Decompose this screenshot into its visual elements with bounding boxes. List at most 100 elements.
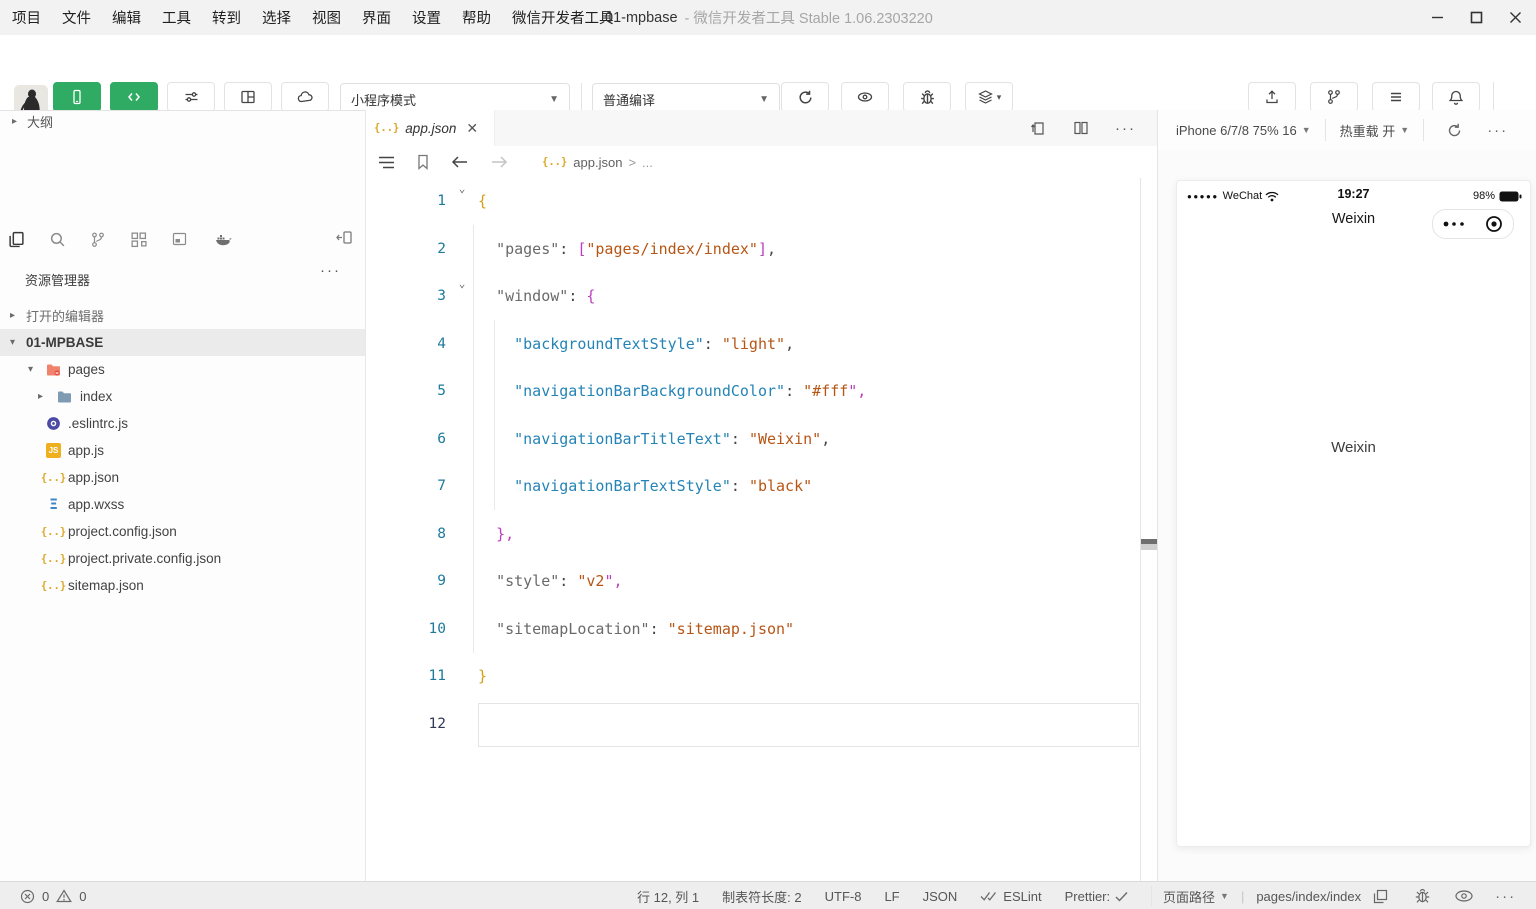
capsule-more-icon[interactable] (1443, 221, 1465, 227)
menubar-item[interactable]: 选择 (262, 7, 291, 28)
code-token: : (559, 240, 577, 258)
code-token (478, 335, 514, 353)
winpane-icon[interactable] (171, 231, 188, 247)
wechat-devtools-window: 项目文件编辑工具转到选择视图界面设置帮助微信开发者工具 01-mpbase - … (0, 0, 1536, 909)
page-path-select[interactable]: 页面路径 ▼ (1163, 887, 1229, 906)
code-area[interactable]: 1⌄{2 "pages": ["pages/index/index"],3⌄ "… (366, 178, 1158, 881)
code-line-8: 8 }, (366, 511, 1158, 559)
tab-app-json[interactable]: {..} app.json ✕ (366, 110, 495, 146)
close-window-icon[interactable] (1509, 11, 1522, 24)
more-actions-icon[interactable]: ··· (1115, 120, 1136, 137)
editor-nav-icons (378, 154, 508, 170)
tree-item-project-config-json[interactable]: {..}project.config.json (0, 518, 365, 545)
tree-item-label: 打开的编辑器 (26, 306, 104, 325)
menubar-item[interactable]: 视图 (312, 7, 341, 28)
language-mode[interactable]: JSON (923, 889, 958, 904)
menubar-item[interactable]: 微信开发者工具 (512, 7, 614, 28)
tab-size[interactable]: 制表符长度: 2 (722, 887, 801, 906)
sim-more-icon[interactable]: ··· (1487, 122, 1508, 139)
refresh-simulator-icon[interactable] (1446, 122, 1463, 139)
docker-icon[interactable] (212, 231, 232, 247)
code-token (478, 382, 514, 400)
chevron-down-icon: ▾ (28, 364, 33, 375)
menubar-item[interactable]: 转到 (212, 7, 241, 28)
menubar-item[interactable]: 设置 (412, 7, 441, 28)
eslint-status[interactable]: ESLint (980, 889, 1041, 904)
prettier-status[interactable]: Prettier: (1065, 889, 1129, 904)
collapse-sidebar-icon[interactable] (336, 229, 353, 246)
search-icon[interactable] (49, 231, 66, 248)
statusbar: 0 0 行 12, 列 1 制表符长度: 2 UTF-8 LF JSON ESL… (0, 881, 1536, 909)
menubar-item[interactable]: 项目 (12, 7, 41, 28)
open-preview-icon[interactable] (1030, 120, 1047, 137)
menubar-item[interactable]: 文件 (62, 7, 91, 28)
problems-group[interactable]: 0 0 (20, 882, 86, 909)
folder-icon (56, 388, 73, 405)
path-more-icon[interactable]: ··· (1495, 888, 1516, 905)
tree-item-index[interactable]: ▸index (0, 383, 365, 410)
tree-item-app-json[interactable]: {..}app.json (0, 464, 365, 491)
code-token: "sitemap.json" (668, 620, 794, 638)
json-icon: {..} (45, 550, 62, 567)
bookmark-icon[interactable] (416, 154, 430, 170)
files-icon[interactable] (8, 230, 25, 248)
statusbar-separator (1151, 886, 1152, 906)
menubar-item[interactable]: 工具 (162, 7, 191, 28)
copy-path-icon[interactable] (1373, 889, 1388, 904)
menubar-item[interactable]: 编辑 (112, 7, 141, 28)
tree-item-label: app.wxss (68, 497, 124, 512)
fold-chevron-icon[interactable]: ⌄ (452, 260, 472, 308)
outline-list-icon[interactable] (378, 155, 395, 170)
menubar-item[interactable]: 帮助 (462, 7, 491, 28)
code-token: "style" (496, 572, 559, 590)
tree-item--eslintrc-js[interactable]: .eslintrc.js (0, 410, 365, 437)
breadcrumb[interactable]: {..} app.json > ... (542, 155, 653, 170)
maximize-icon[interactable] (1470, 11, 1483, 24)
split-editor-icon[interactable] (1073, 120, 1089, 136)
button-icon-box (1432, 82, 1480, 112)
minimize-icon[interactable] (1431, 11, 1444, 24)
code-line-10: 10 "sitemapLocation": "sitemap.json" (366, 606, 1158, 654)
tree-item-project-private-config-json[interactable]: {..}project.private.config.json (0, 545, 365, 572)
preview-page-icon[interactable] (1455, 890, 1473, 902)
breadcrumb-file: app.json (573, 155, 622, 170)
close-tab-icon[interactable]: ✕ (466, 120, 478, 137)
code-token: : (650, 620, 668, 638)
back-arrow-icon[interactable] (451, 155, 469, 169)
tree-item-app-js[interactable]: JSapp.js (0, 437, 365, 464)
eol[interactable]: LF (884, 889, 899, 904)
current-line-highlight (478, 703, 1139, 747)
device-select[interactable]: iPhone 6/7/8 75% 16 ▼ (1176, 123, 1311, 138)
code-token: , (785, 335, 794, 353)
code-token: } (478, 667, 487, 685)
button-icon-box (903, 82, 951, 112)
capsule-button[interactable] (1432, 209, 1514, 239)
open-editors-section[interactable]: ▸ 打开的编辑器 (0, 302, 365, 329)
code-token (478, 477, 514, 495)
menubar-item[interactable]: 界面 (362, 7, 391, 28)
encoding[interactable]: UTF-8 (825, 889, 862, 904)
chevron-right-icon: ▸ (10, 310, 15, 321)
capsule-exit-icon[interactable] (1485, 215, 1503, 233)
code-text: "window": { (478, 273, 595, 321)
tree-item-app-wxss[interactable]: Ξapp.wxss (0, 491, 365, 518)
code-line-4: 4 "backgroundTextStyle": "light", (366, 321, 1158, 369)
phone-icon (69, 89, 85, 105)
line-number: 2 (366, 226, 446, 274)
hot-reload-toggle[interactable]: 热重载 开 ▼ (1340, 121, 1410, 140)
tree-item-sitemap-json[interactable]: {..}sitemap.json (0, 572, 365, 599)
project-root[interactable]: ▾01-MPBASE (0, 329, 365, 356)
tree-item-label: app.js (68, 443, 104, 458)
debug-page-icon[interactable] (1414, 888, 1431, 904)
fold-chevron-icon[interactable]: ⌄ (452, 178, 472, 213)
explorer-more-icon[interactable]: ··· (320, 262, 341, 279)
tree-item-label: index (80, 389, 112, 404)
button-icon-box (1248, 82, 1296, 112)
cursor-position[interactable]: 行 12, 列 1 (637, 887, 699, 906)
forward-arrow-icon[interactable] (490, 155, 508, 169)
gitbranch-icon[interactable] (90, 231, 106, 248)
json-icon: {..} (45, 523, 62, 540)
blocks-icon[interactable] (130, 231, 147, 248)
tree-item-pages[interactable]: ▾pages (0, 356, 365, 383)
outline-section[interactable]: ▸ 大纲 (0, 110, 365, 132)
